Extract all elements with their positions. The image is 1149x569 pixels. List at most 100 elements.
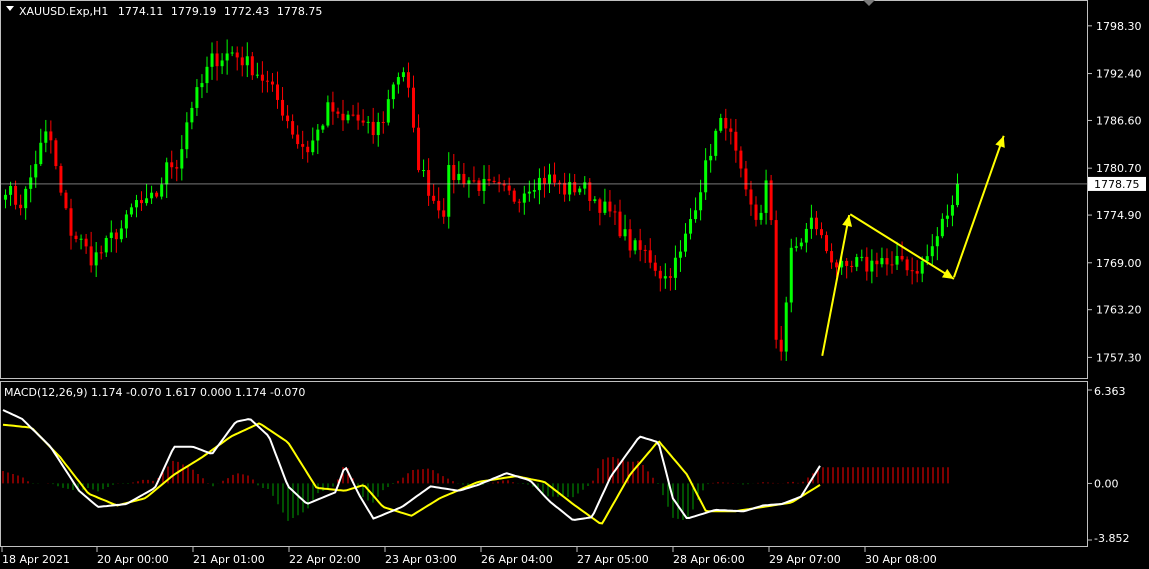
bull-candle (4, 194, 8, 200)
bear-candle (774, 220, 778, 340)
time-axis-label: 26 Apr 04:00 (481, 553, 553, 566)
bear-candle (653, 262, 657, 271)
time-axis-label: 21 Apr 01:00 (193, 553, 265, 566)
bear-candle (270, 81, 274, 85)
bear-candle (588, 182, 592, 201)
bear-candle (240, 57, 244, 66)
bull-candle (955, 183, 959, 206)
bear-candle (643, 249, 647, 251)
bear-candle (744, 168, 748, 190)
bear-candle (336, 111, 340, 114)
bear-candle (19, 204, 23, 209)
price-axis-label: 1780.70 (1096, 162, 1142, 175)
bull-candle (190, 107, 194, 123)
bull-candle (396, 77, 400, 85)
bear-candle (99, 252, 103, 254)
bear-candle (729, 128, 733, 132)
bear-candle (875, 260, 879, 265)
time-axis-label: 28 Apr 06:00 (673, 553, 745, 566)
macd-axis-label: 0.00 (1094, 477, 1119, 490)
bull-candle (366, 121, 370, 123)
bull-candle (799, 242, 803, 247)
bear-candle (442, 210, 446, 217)
bear-candle (865, 256, 869, 272)
bull-candle (210, 53, 214, 67)
bear-candle (276, 84, 280, 100)
time-axis-label: 30 Apr 08:00 (865, 553, 937, 566)
bear-candle (492, 180, 496, 182)
bull-candle (311, 140, 315, 153)
bull-candle (578, 188, 582, 193)
bear-candle (265, 80, 269, 82)
bull-candle (145, 198, 149, 204)
trading-chart: 1798.30 1792.40 1786.60 1780.70 1774.90 1769.… (0, 0, 1149, 569)
bull-candle (764, 180, 768, 213)
bull-candle (699, 192, 703, 211)
bear-candle (301, 144, 305, 147)
bull-candle (527, 191, 531, 194)
bear-candle (140, 200, 144, 204)
bull-candle (422, 170, 426, 172)
bear-candle (54, 140, 58, 167)
bull-candle (945, 215, 949, 219)
bear-candle (412, 87, 416, 128)
bear-candle (74, 235, 78, 240)
bull-candle (583, 182, 587, 189)
bear-candle (497, 181, 501, 184)
bull-candle (522, 193, 526, 203)
bull-candle (457, 173, 461, 181)
bull-candle (316, 129, 320, 141)
bull-candle (547, 174, 551, 184)
bear-candle (542, 177, 546, 184)
bear-candle (819, 229, 823, 236)
bull-candle (230, 52, 234, 54)
bull-candle (104, 237, 108, 253)
time-axis-label: 29 Apr 07:00 (769, 553, 841, 566)
bear-candle (250, 56, 254, 76)
chart-background (0, 0, 1149, 569)
bear-candle (331, 102, 335, 112)
bear-candle (417, 127, 421, 171)
bull-candle (79, 238, 83, 240)
bear-candle (835, 262, 839, 268)
bull-candle (346, 114, 350, 121)
bull-candle (593, 199, 597, 201)
bear-candle (573, 182, 577, 193)
bear-candle (59, 166, 63, 193)
bull-candle (784, 302, 788, 352)
bear-candle (825, 235, 829, 252)
bull-candle (689, 219, 693, 234)
bear-candle (638, 240, 642, 250)
bear-candle (814, 217, 818, 230)
bull-candle (870, 260, 874, 272)
bear-candle (648, 250, 652, 263)
bull-candle (678, 251, 682, 258)
bear-candle (84, 238, 88, 247)
bear-candle (915, 271, 919, 274)
bear-candle (170, 162, 174, 168)
bull-candle (447, 164, 451, 217)
bear-candle (306, 146, 310, 153)
bear-candle (890, 264, 894, 266)
bull-candle (225, 53, 229, 61)
bull-candle (326, 102, 330, 126)
bear-candle (749, 189, 753, 205)
bear-candle (613, 211, 617, 213)
bear-candle (114, 232, 118, 240)
bear-candle (754, 204, 758, 220)
bull-candle (532, 190, 536, 192)
bull-candle (759, 212, 763, 220)
macd-indicator-label: MACD(12,26,9) 1.174 -0.070 1.617 0.000 1… (4, 386, 305, 399)
bull-candle (185, 122, 189, 150)
bull-candle (860, 256, 864, 258)
time-axis-label: 22 Apr 02:00 (289, 553, 361, 566)
bear-candle (356, 114, 360, 121)
price-axis-label: 1757.30 (1096, 351, 1142, 364)
bear-candle (850, 265, 854, 267)
bear-candle (351, 114, 355, 116)
bear-candle (155, 192, 159, 197)
bull-candle (160, 184, 164, 197)
bull-candle (165, 162, 169, 185)
bull-candle (200, 83, 204, 88)
time-axis-label: 20 Apr 00:00 (97, 553, 169, 566)
